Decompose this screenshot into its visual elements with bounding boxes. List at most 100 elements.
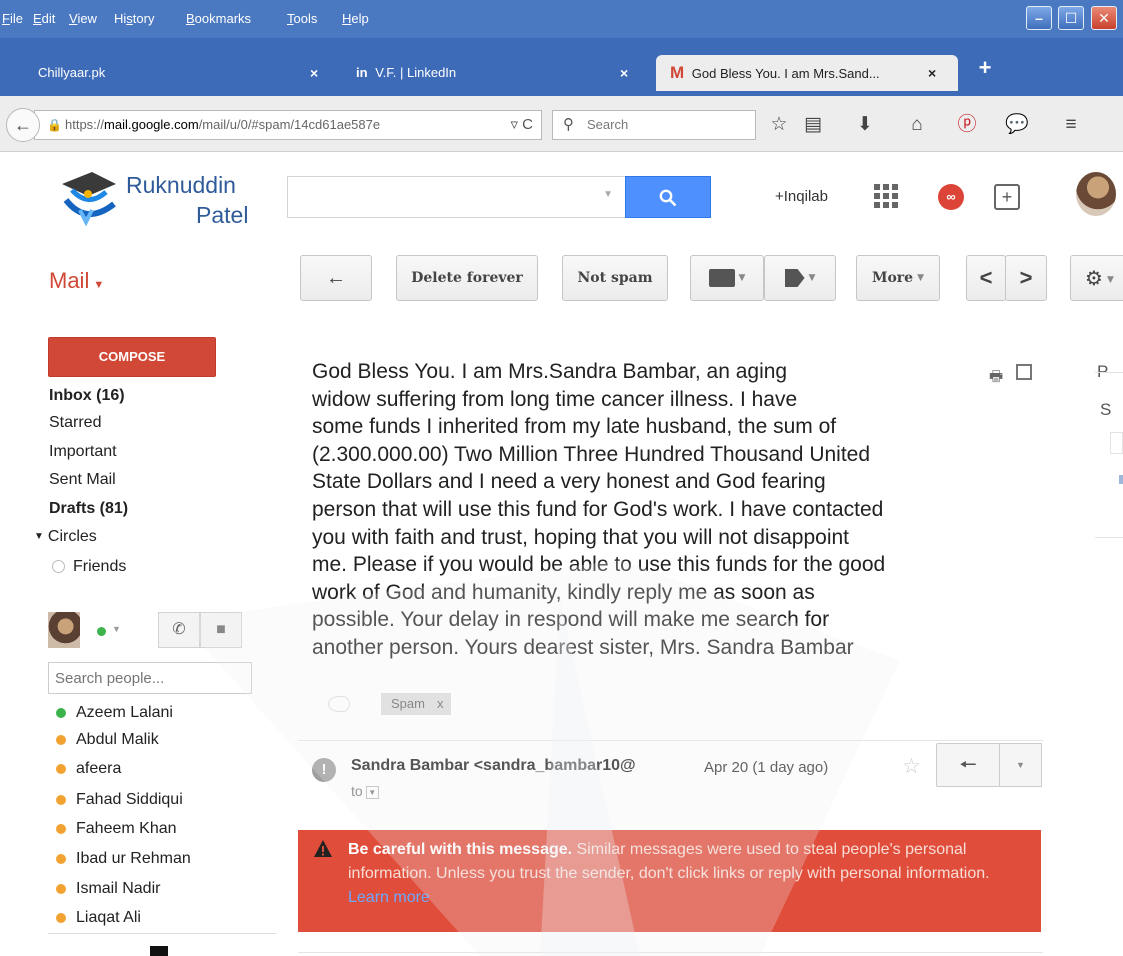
tab-linkedin[interactable]: in V.F. | LinkedIn × bbox=[344, 55, 656, 91]
tab-label: God Bless You. I am Mrs.Sand... bbox=[691, 66, 880, 81]
logo: Ruknuddin Patel bbox=[48, 160, 260, 242]
phishing-warning-banner: Be careful with this message. Similar me… bbox=[298, 830, 1041, 932]
menu-bar: File Edit View History Bookmarks Tools H… bbox=[0, 0, 1123, 38]
download-icon[interactable]: ⬇ bbox=[852, 112, 878, 138]
status-idle-icon bbox=[56, 734, 66, 745]
chevron-down-icon: ▼ bbox=[1016, 760, 1025, 770]
nav-sent-mail[interactable]: Sent Mail bbox=[49, 471, 116, 489]
circle-icon bbox=[52, 560, 65, 574]
minimize-button[interactable]: – bbox=[1026, 6, 1052, 30]
label-chip-spam[interactable]: Spam x bbox=[381, 693, 452, 715]
reply-button[interactable]: 🠔 bbox=[936, 743, 1000, 787]
pinterest-icon[interactable]: ⓟ bbox=[954, 112, 980, 138]
menu-view[interactable]: View bbox=[69, 11, 97, 26]
star-icon[interactable]: ☆ bbox=[902, 754, 921, 779]
tab-chillyaar[interactable]: Chillyaar.pk × bbox=[0, 55, 330, 91]
menu-tools[interactable]: Tools bbox=[287, 11, 317, 26]
chat-status-dot bbox=[97, 627, 106, 636]
contact-item[interactable]: Abdul Malik bbox=[56, 731, 159, 749]
menu-history[interactable]: History bbox=[114, 11, 154, 26]
browser-search-input[interactable]: ⚲ Search bbox=[552, 110, 756, 140]
new-tab-button[interactable]: + bbox=[970, 55, 1000, 81]
my-chat-avatar[interactable] bbox=[48, 612, 80, 648]
divider bbox=[298, 952, 1043, 953]
contact-item[interactable]: Faheem Khan bbox=[56, 820, 177, 838]
people-search-input[interactable] bbox=[48, 662, 252, 694]
menu-file[interactable]: File bbox=[2, 11, 23, 26]
tab-close-icon[interactable]: × bbox=[310, 55, 318, 91]
video-call-button[interactable]: ■ bbox=[200, 612, 242, 648]
home-icon[interactable]: ⌂ bbox=[904, 112, 930, 138]
contact-item[interactable]: Azeem Lalani bbox=[56, 704, 173, 722]
url-bar[interactable]: 🔒 https://mail.google.com/mail/u/0/#spam… bbox=[34, 110, 542, 140]
more-options-button[interactable]: ▼ bbox=[1000, 743, 1042, 787]
nav-starred[interactable]: Starred bbox=[49, 414, 101, 432]
reload-icon[interactable]: ▿ C bbox=[506, 111, 533, 139]
menu-bookmarks[interactable]: Bookmarks bbox=[186, 11, 251, 26]
nav-important[interactable]: Important bbox=[49, 443, 117, 461]
expand-arrow-icon: ▼ bbox=[34, 531, 44, 543]
menu-icon[interactable]: ≡ bbox=[1058, 112, 1084, 138]
newer-button[interactable]: < bbox=[966, 255, 1006, 301]
menu-help[interactable]: Help bbox=[342, 11, 369, 26]
status-idle-icon bbox=[56, 794, 66, 805]
tab-label: V.F. | LinkedIn bbox=[375, 65, 457, 80]
show-details-icon[interactable]: ▼ bbox=[365, 785, 379, 799]
move-to-button[interactable]: ▼ bbox=[690, 255, 764, 301]
avatar[interactable] bbox=[1076, 172, 1116, 216]
back-button[interactable]: ← bbox=[6, 108, 40, 142]
search-button[interactable] bbox=[625, 176, 711, 218]
remove-label-icon[interactable]: x bbox=[437, 696, 444, 711]
call-phone-button[interactable]: ✆ bbox=[158, 612, 200, 648]
reading-list-icon[interactable]: ▤ bbox=[800, 112, 826, 138]
new-window-icon[interactable] bbox=[1016, 364, 1032, 380]
nav-circles[interactable]: ▼ Circles bbox=[34, 528, 97, 546]
tab-strip: Chillyaar.pk × in V.F. | LinkedIn × M Go… bbox=[0, 38, 1123, 96]
print-icon[interactable]: 🖶 bbox=[989, 366, 1003, 391]
learn-more-link[interactable]: Learn more bbox=[348, 889, 430, 906]
right-panel-input[interactable] bbox=[1110, 432, 1123, 454]
tab-gmail[interactable]: M God Bless You. I am Mrs.Sand... × bbox=[656, 55, 958, 91]
nav-circle-friends[interactable]: Friends bbox=[52, 558, 126, 576]
close-window-button[interactable]: ✕ bbox=[1091, 6, 1117, 30]
star-icon[interactable]: ☆ bbox=[766, 112, 792, 138]
menu-edit[interactable]: Edit bbox=[33, 11, 55, 26]
maximize-button[interactable]: ☐ bbox=[1058, 6, 1084, 30]
chat-icon[interactable]: 💬 bbox=[1004, 112, 1030, 138]
search-options-icon[interactable]: ▼ bbox=[603, 189, 613, 200]
reply-icon: 🠔 bbox=[959, 754, 977, 776]
nav-inbox[interactable]: Inbox (16) bbox=[49, 387, 125, 405]
contact-item[interactable]: Ismail Nadir bbox=[56, 880, 160, 898]
contact-item[interactable]: Ibad ur Rehman bbox=[56, 850, 191, 868]
contact-item[interactable]: afeera bbox=[56, 760, 121, 778]
sender-name[interactable]: Sandra Bambar <sandra_bambar10@ bbox=[351, 757, 696, 775]
notifications-icon[interactable]: ∞ bbox=[938, 184, 964, 210]
folder-icon bbox=[708, 269, 735, 287]
status-idle-icon bbox=[56, 912, 66, 923]
tab-close-icon[interactable]: × bbox=[620, 55, 628, 91]
labels-button[interactable]: ▼ bbox=[764, 255, 836, 301]
mail-menu[interactable]: Mail ▼ bbox=[49, 268, 104, 294]
search-icon: ⚲ bbox=[563, 116, 574, 133]
hangouts-icon[interactable] bbox=[150, 946, 168, 956]
not-spam-button[interactable]: Not spam bbox=[562, 255, 668, 301]
contact-item[interactable]: Liaqat Ali bbox=[56, 909, 141, 927]
google-plus-profile-link[interactable]: +Inqilab bbox=[775, 188, 828, 205]
contact-item[interactable]: Fahad Siddiqui bbox=[56, 791, 183, 809]
settings-button[interactable]: ⚙ ▼ bbox=[1070, 255, 1123, 301]
more-actions-button[interactable]: More ▼ bbox=[856, 255, 940, 301]
tab-close-icon[interactable]: × bbox=[928, 55, 936, 91]
compose-button[interactable]: COMPOSE bbox=[48, 337, 216, 377]
chat-status-dropdown-icon[interactable]: ▼ bbox=[112, 624, 121, 634]
search-icon bbox=[659, 189, 677, 207]
share-icon[interactable]: + bbox=[994, 184, 1020, 210]
status-idle-icon bbox=[56, 763, 66, 774]
tab-label: Chillyaar.pk bbox=[38, 65, 106, 80]
apps-grid-icon[interactable] bbox=[874, 184, 898, 208]
nav-drafts[interactable]: Drafts (81) bbox=[49, 500, 128, 518]
mail-search-input[interactable]: ▼ bbox=[287, 176, 625, 218]
warning-title: Be careful with this message. bbox=[348, 841, 573, 858]
back-to-spam-button[interactable]: ← bbox=[300, 255, 372, 301]
older-button[interactable]: > bbox=[1005, 255, 1047, 301]
delete-forever-button[interactable]: Delete forever bbox=[396, 255, 538, 301]
